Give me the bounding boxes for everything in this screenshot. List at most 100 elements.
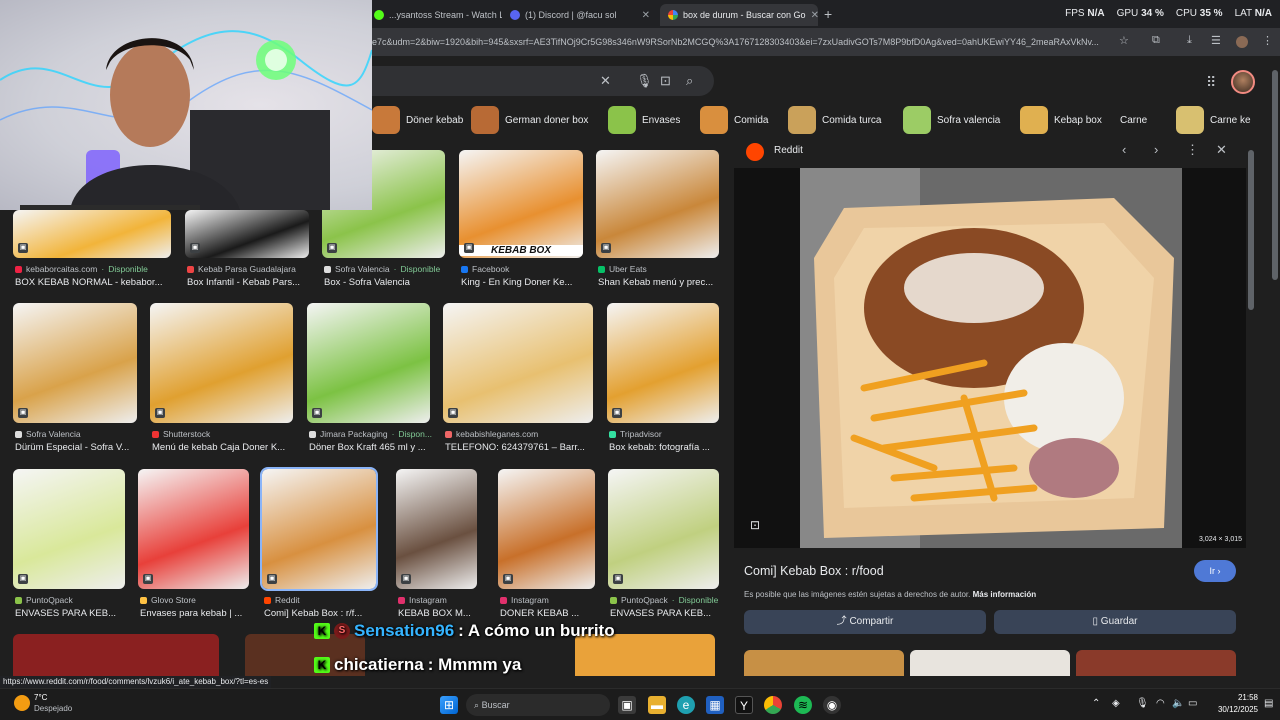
chrome-icon[interactable] [764, 696, 782, 714]
more-icon[interactable]: ⋮ [1186, 142, 1199, 158]
chip-item[interactable]: Carne [1120, 104, 1147, 136]
result-thumbnail[interactable]: ▣ [185, 210, 309, 258]
store-icon[interactable]: ▦ [706, 696, 724, 714]
windows-start-icon[interactable]: ⊞ [440, 696, 458, 714]
result-meta[interactable]: PuntoQpack ENVASES PARA KEB... [15, 595, 127, 619]
result-thumbnail[interactable]: ▣ [260, 467, 378, 591]
result-meta[interactable]: PuntoQpack · Disponible ENVASES PARA KEB... [610, 595, 721, 619]
result-meta[interactable]: Instagram KEBAB BOX M... [398, 595, 479, 619]
result-thumbnail[interactable]: ▣ [608, 469, 719, 589]
result-thumbnail[interactable]: ▣ [138, 469, 249, 589]
battery-icon[interactable]: ▭ [1188, 698, 1197, 709]
partial-thumb[interactable] [13, 634, 219, 676]
lens-icon[interactable]: ⊡ [660, 73, 671, 89]
tray-chevron-icon[interactable]: ⌃ [1092, 698, 1100, 709]
clock-time[interactable]: 21:58 [1210, 693, 1258, 702]
close-icon[interactable]: ✕ [811, 10, 818, 21]
search-box[interactable]: ✕ 🎙 ⊡ ⌕ [372, 66, 714, 96]
lens-icon[interactable]: ⊡ [750, 518, 760, 532]
related-image[interactable] [910, 650, 1070, 676]
profile-icon[interactable] [1236, 36, 1248, 48]
result-thumbnail[interactable]: ▣ [607, 303, 719, 423]
preview-image[interactable]: ⊡ 3,024 × 3,015 [734, 168, 1246, 548]
prev-icon[interactable]: ‹ [1122, 142, 1126, 157]
result-meta[interactable]: Sofra Valencia · Disponible Box - Sofra Val… [324, 264, 447, 288]
chip-item[interactable]: Envases [608, 104, 680, 136]
result-thumbnail[interactable]: ▣ [443, 303, 593, 423]
obs-icon[interactable]: ◉ [823, 696, 841, 714]
notifications-icon[interactable]: ▤ [1264, 698, 1273, 709]
avatar[interactable] [1231, 70, 1255, 94]
result-meta[interactable]: Shutterstock Menú de kebab Caja Doner K..… [152, 429, 295, 453]
search-icon[interactable]: ⌕ [686, 73, 693, 89]
app-y-icon[interactable]: Y [735, 696, 753, 714]
page-scrollbar[interactable] [1272, 70, 1278, 280]
result-title: Dürüm Especial - Sofra V... [15, 442, 130, 453]
result-meta[interactable]: Kebab Parsa Guadalajara Box Infantil - Ke… [187, 264, 311, 288]
panel-title[interactable]: Comi] Kebab Box : r/food [744, 564, 884, 578]
wifi-icon[interactable]: ◠ [1156, 698, 1165, 709]
result-meta[interactable]: Tripadvisor Box kebab: fotografía ... [609, 429, 721, 453]
apps-grid-icon[interactable]: ⠿ [1206, 74, 1216, 91]
result-thumbnail[interactable]: ▣ [13, 210, 171, 258]
menu-icon[interactable]: ⋮ [1262, 34, 1273, 47]
result-thumbnail[interactable]: ▣ [307, 303, 430, 423]
clock-date[interactable]: 30/12/2025 [1210, 705, 1258, 714]
chip-item[interactable]: Kebap box [1020, 104, 1102, 136]
close-icon[interactable]: ✕ [1216, 142, 1227, 158]
result-thumbnail[interactable]: ▣ [13, 469, 125, 589]
mic-icon[interactable]: 🎙 [636, 73, 653, 89]
result-thumbnail[interactable]: ▣ [13, 303, 137, 423]
new-tab-button[interactable]: + [824, 6, 832, 22]
spotify-icon[interactable]: ≋ [794, 696, 812, 714]
chip-item[interactable]: Döner kebab [372, 104, 463, 136]
result-meta[interactable]: kebabishleganes.com TELEFONO: 624379761 –… [445, 429, 595, 453]
result-thumbnail[interactable]: KEBAB BOX ▣ [459, 150, 583, 258]
result-thumbnail[interactable]: ▣ [396, 469, 477, 589]
kebab-box-photo [800, 168, 1182, 548]
tab-google[interactable]: box de durum - Buscar con Go ✕ [660, 4, 818, 26]
go-button[interactable]: Ir › [1194, 560, 1236, 582]
task-view-icon[interactable]: ▣ [618, 696, 636, 714]
result-meta[interactable]: Reddit Comi] Kebab Box : r/f... [264, 595, 378, 619]
more-info-link[interactable]: Más información [973, 590, 1037, 599]
result-thumbnail[interactable]: ▣ [596, 150, 719, 258]
result-thumbnail[interactable]: ▣ [498, 469, 595, 589]
chip-item[interactable]: German doner box [471, 104, 588, 136]
mic-icon[interactable]: 🎙 [1136, 698, 1149, 709]
extensions-icon[interactable]: ⧉ [1152, 34, 1160, 47]
chip-item[interactable]: Comida [700, 104, 768, 136]
panel-source[interactable]: Reddit [774, 145, 803, 156]
result-meta[interactable]: kebaborcaitas.com · Disponible BOX KEBAB NO… [15, 264, 173, 288]
tray-app-icon[interactable]: ◈ [1112, 698, 1120, 709]
panel-scrollbar[interactable] [1248, 150, 1254, 310]
file-explorer-icon[interactable]: ▬ [648, 696, 666, 714]
edge-icon[interactable]: e [677, 696, 695, 714]
result-meta[interactable]: Instagram DONER KEBAB ... [500, 595, 597, 619]
chip-item[interactable]: Comida turca [788, 104, 881, 136]
star-icon[interactable]: ☆ [1119, 34, 1129, 47]
result-thumbnail[interactable]: ▣ [150, 303, 293, 423]
result-meta[interactable]: Uber Eats Shan Kebab menú y prec... [598, 264, 721, 288]
save-button[interactable]: ▯ Guardar [994, 610, 1236, 634]
related-image[interactable] [744, 650, 904, 676]
url-field[interactable]: e7c&udm=2&biw=1920&bih=945&sxsrf=AE3TifN… [372, 33, 1112, 51]
result-meta[interactable]: Jimara Packaging · Dispon... Döner Box Kraf… [309, 429, 432, 453]
chip-item[interactable]: Sofra valencia [903, 104, 1000, 136]
clear-icon[interactable]: ✕ [600, 73, 611, 89]
download-icon[interactable]: ⤓ [1187, 34, 1192, 47]
tab-discord[interactable]: (1) Discord | @facu sol ✕ [502, 4, 658, 26]
taskbar-search[interactable]: ⌕ Buscar [466, 694, 610, 716]
next-icon[interactable]: › [1154, 142, 1158, 157]
close-icon[interactable]: ✕ [642, 10, 650, 21]
volume-icon[interactable]: 🔈 [1172, 698, 1184, 709]
related-image[interactable] [1076, 650, 1236, 676]
chip-item[interactable]: Carne ke [1176, 104, 1251, 136]
result-meta[interactable]: Sofra Valencia Dürüm Especial - Sofra V..… [15, 429, 139, 453]
perf-overlay: FPS N/A GPU 34 % CPU 35 % LAT N/A [1065, 8, 1272, 19]
tab-stream[interactable]: ...ysantoss Stream - Watch Liv ✕ [366, 4, 502, 26]
reading-list-icon[interactable]: ☰ [1211, 34, 1221, 47]
result-meta[interactable]: Glovo Store Envases para kebab | ... [140, 595, 251, 619]
share-button[interactable]: ⤴ Compartir [744, 610, 986, 634]
result-meta[interactable]: Facebook King - En King Doner Ke... [461, 264, 585, 288]
